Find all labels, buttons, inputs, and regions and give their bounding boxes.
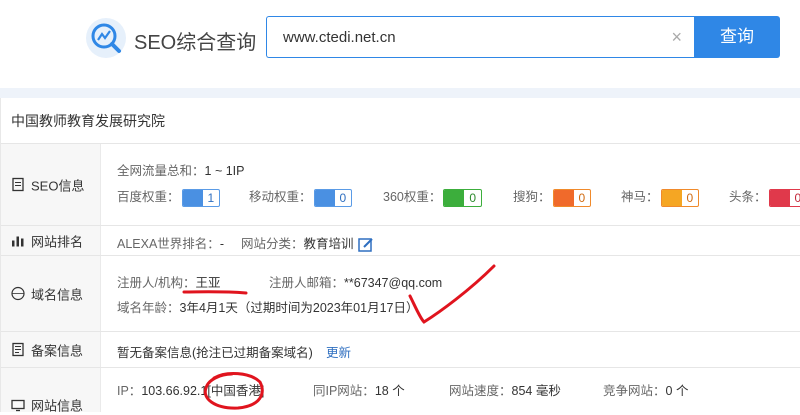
toutiao-weight[interactable]: 头条： 0	[729, 186, 800, 207]
baidu-weight-value: 1	[207, 190, 215, 205]
beian-update-link[interactable]: 更新	[326, 342, 351, 361]
site-rank-label-cell: 网站排名	[1, 226, 101, 255]
toutiao-weight-label: 头条：	[729, 190, 767, 204]
sogou-weight-label: 搜狗：	[513, 190, 551, 204]
speed-value: 854 毫秒	[511, 384, 561, 398]
shenma-weight-label: 神马：	[621, 190, 659, 204]
s360-weight-label: 360权重：	[383, 190, 442, 204]
same-ip-value: 18 个	[374, 384, 405, 398]
same-ip-label: 同IP网站：	[313, 384, 375, 398]
site-category: 网站分类：教育培训	[241, 233, 374, 253]
s360-weight-value: 0	[469, 190, 477, 205]
brand-title[interactable]: SEO综合查询	[134, 26, 256, 55]
mobile-paw-icon	[314, 189, 335, 206]
baidu-paw-icon	[182, 189, 203, 206]
same-ip-sites[interactable]: 同IP网站：18 个	[313, 380, 405, 399]
edit-icon[interactable]	[357, 237, 374, 253]
competitor-sites[interactable]: 竞争网站：0 个	[603, 380, 688, 399]
category-label: 网站分类：	[241, 237, 304, 251]
s360-weight-badge[interactable]: 0	[443, 188, 483, 207]
registrant-email: 注册人邮箱：**67347@qq.com	[269, 272, 442, 291]
s360-icon	[444, 189, 465, 206]
toutiao-icon	[769, 189, 790, 206]
email-value: **67347@qq.com	[344, 276, 443, 290]
site-name: 中国教师教育发展研究院	[1, 98, 800, 144]
site-speed: 网站速度：854 毫秒	[449, 380, 561, 399]
category-value: 教育培训	[303, 237, 354, 251]
shenma-weight[interactable]: 神马： 0	[621, 186, 700, 207]
site-rank-label: 网站排名	[31, 234, 84, 249]
registrant-label: 注册人/机构：	[117, 276, 196, 290]
ip-location: [中国香港]	[207, 384, 265, 398]
divider	[0, 88, 800, 98]
beian-text: 暂无备案信息(抢注已过期备案域名)	[117, 346, 313, 360]
traffic-value: 1 ~ 1IP	[204, 164, 245, 178]
result-panel: 中国教师教育发展研究院 SEO信息 全网流量总和：1 ~ 1IP 百度权重： 1 …	[0, 98, 800, 414]
registrant-value: 王亚	[195, 276, 221, 290]
site-info-row: 网站信息 IP：103.66.92.1[中国香港] 同IP网站：18 个 网站速…	[1, 368, 800, 414]
document-icon	[12, 177, 24, 192]
domain-info-row: 域名信息 注册人/机构：王亚 注册人邮箱：**67347@qq.com 域名年龄…	[1, 256, 800, 332]
beian-info-row: 备案信息 暂无备案信息(抢注已过期备案域名) 更新	[1, 332, 800, 368]
sogou-weight-value: 0	[578, 190, 586, 205]
s360-weight[interactable]: 360权重： 0	[383, 186, 483, 207]
clear-icon[interactable]: ×	[671, 28, 682, 46]
mobile-weight-value: 0	[339, 190, 347, 205]
mobile-weight-label: 移动权重：	[249, 190, 312, 204]
seo-info-row: SEO信息 全网流量总和：1 ~ 1IP 百度权重： 1 移动权重： 0 360权重…	[1, 144, 800, 226]
competitor-value: 0 个	[665, 384, 689, 398]
seo-info-label: SEO信息	[31, 178, 85, 193]
beian-info-label-cell: 备案信息	[1, 332, 101, 367]
search-button[interactable]: 查询	[694, 16, 780, 58]
domain-age: 域名年龄：3年4月1天（过期时间为2023年01月17日）	[117, 297, 419, 316]
speed-label: 网站速度：	[449, 384, 512, 398]
mobile-weight-badge[interactable]: 0	[313, 188, 353, 207]
age-label: 域名年龄：	[117, 301, 180, 315]
monitor-icon	[11, 399, 25, 411]
domain-info-label-cell: 域名信息	[1, 256, 101, 331]
shenma-weight-badge[interactable]: 0	[660, 188, 700, 207]
toutiao-weight-value: 0	[790, 190, 800, 206]
mobile-weight[interactable]: 移动权重： 0	[249, 186, 353, 207]
seo-info-label-cell: SEO信息	[1, 144, 101, 225]
domain-info-label: 域名信息	[31, 287, 84, 302]
ip-label: IP：	[117, 384, 142, 398]
shenma-weight-value: 0	[686, 190, 694, 205]
site-rank-row: 网站排名 ALEXA世界排名：- 网站分类：教育培训	[1, 226, 800, 256]
alexa-label: ALEXA世界排名：	[117, 237, 220, 251]
sogou-weight[interactable]: 搜狗： 0	[513, 186, 592, 207]
shenma-icon	[661, 189, 682, 206]
search-box[interactable]: ×	[266, 16, 694, 58]
traffic-label: 全网流量总和：	[117, 164, 205, 178]
registrant: 注册人/机构：王亚	[117, 272, 221, 291]
www-globe-icon	[11, 286, 25, 301]
ip-info: IP：103.66.92.1[中国香港]	[117, 380, 264, 399]
baidu-weight[interactable]: 百度权重： 1	[117, 186, 221, 207]
sogou-weight-badge[interactable]: 0	[552, 188, 592, 207]
sogou-icon	[553, 189, 574, 206]
email-label: 注册人邮箱：	[269, 276, 345, 290]
age-value: 3年4月1天（过期时间为2023年01月17日）	[179, 301, 419, 315]
top-bar: SEO综合查询 × 查询	[0, 0, 800, 88]
traffic-stat: 全网流量总和：1 ~ 1IP	[117, 160, 244, 179]
logo-icon[interactable]	[86, 18, 126, 58]
ip-value: 103.66.92.1	[141, 384, 208, 398]
search-input[interactable]	[283, 27, 653, 47]
baidu-weight-badge[interactable]: 1	[181, 188, 221, 207]
baidu-weight-label: 百度权重：	[117, 190, 180, 204]
beian-info-label: 备案信息	[31, 343, 84, 358]
alexa-value: -	[219, 237, 224, 251]
bar-chart-icon	[12, 236, 24, 247]
record-icon	[12, 342, 24, 357]
toutiao-weight-badge[interactable]: 0	[768, 188, 800, 207]
competitor-label: 竞争网站：	[603, 384, 666, 398]
alexa-rank: ALEXA世界排名：-	[117, 233, 224, 252]
site-info-label-cell: 网站信息	[1, 368, 101, 414]
